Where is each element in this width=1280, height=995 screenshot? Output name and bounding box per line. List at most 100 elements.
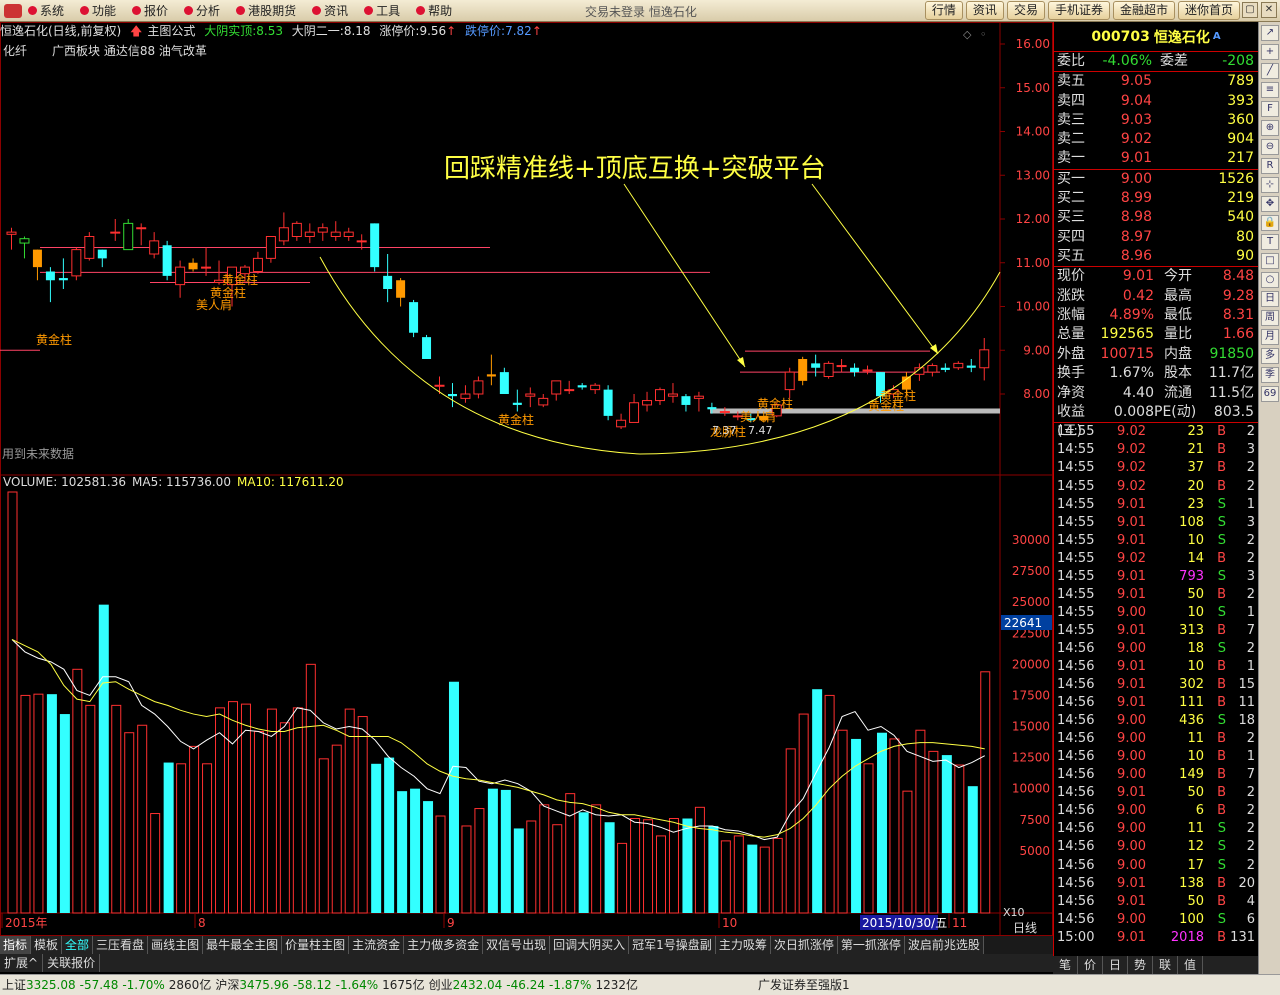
quote-panel-tab[interactable]: 值: [1178, 956, 1203, 974]
quote-panel-tab[interactable]: 联: [1153, 956, 1178, 974]
day-icon[interactable]: 日: [1261, 291, 1279, 307]
channel-icon[interactable]: ≡: [1261, 82, 1279, 98]
cross-icon[interactable]: +: [1261, 44, 1279, 60]
sub-tab[interactable]: 扩展^: [0, 954, 44, 972]
season-icon[interactable]: 季: [1261, 367, 1279, 383]
tick-price: 9.00: [1117, 731, 1146, 747]
volume-bar: [423, 801, 434, 913]
candlestick-chart[interactable]: 16.00 15.00 14.00 13.00 12.00 11.00 10.00 9.00 8…: [0, 22, 1053, 936]
top-tab[interactable]: 金融超市: [1112, 1, 1175, 20]
zoom-out-icon[interactable]: ⊖: [1261, 139, 1279, 155]
text-icon[interactable]: T: [1261, 234, 1279, 250]
quote-panel-tab[interactable]: 价: [1078, 956, 1103, 974]
quote-info-value: 0.42: [1122, 287, 1154, 304]
top-tab[interactable]: 交易: [1006, 1, 1045, 20]
cursor-icon[interactable]: ⊹: [1261, 177, 1279, 193]
menu-item-label: 报价: [144, 4, 169, 18]
menu-item[interactable]: 系统: [28, 2, 64, 19]
formula-label[interactable]: 主图公式: [147, 24, 195, 38]
order-book-volume: 904: [1227, 131, 1254, 148]
tick-time: 14:55: [1057, 532, 1095, 548]
quote-panel-tab[interactable]: 笔: [1053, 956, 1078, 974]
indicator-tab[interactable]: 指标: [0, 936, 32, 954]
tick-count: 1: [1246, 496, 1255, 512]
scale-label: X10: [1003, 906, 1025, 919]
indicator-tab[interactable]: 主力吸筹: [715, 936, 771, 954]
volume-bar: [59, 714, 70, 913]
tick-price: 9.00: [1117, 839, 1146, 855]
menu-item[interactable]: 港股期货: [236, 2, 296, 19]
tick-time: 14:56: [1057, 749, 1095, 765]
week-icon[interactable]: 周: [1261, 310, 1279, 326]
volume-bar: [215, 707, 226, 914]
candle-body: [343, 231, 354, 237]
volume-axis-label: 25000: [1012, 595, 1050, 609]
limit-up-label: 涨停价:: [379, 24, 420, 38]
more-icon[interactable]: 多: [1261, 348, 1279, 364]
circle-icon[interactable]: ○: [1261, 272, 1279, 288]
quote-info-value: 1.66: [1222, 326, 1254, 343]
restore-icon[interactable]: ▢: [1242, 2, 1258, 18]
tick-price: 9.00: [1117, 713, 1146, 729]
indicator-tab[interactable]: 模板: [31, 936, 63, 954]
tick-list[interactable]: 14:55 9.02 23 B 2 14:55 9.02 21 B 3 14:55 9.02 37 B 2 1…: [1054, 423, 1258, 946]
top-tab[interactable]: 迷你首页: [1177, 1, 1240, 20]
volume-bar: [552, 824, 563, 914]
indicator-tab[interactable]: 次日抓涨停: [770, 936, 838, 954]
menu-item[interactable]: 帮助: [416, 2, 452, 19]
top-tab[interactable]: 手机证券: [1047, 1, 1110, 20]
candle-body: [616, 419, 627, 428]
tick-count: 1: [1246, 604, 1255, 620]
tick-time: 14:56: [1057, 785, 1095, 801]
sz-change: -58.12: [292, 978, 332, 992]
menu-item[interactable]: 资讯: [312, 2, 348, 19]
move-icon[interactable]: ✥: [1261, 196, 1279, 212]
indicator-tab[interactable]: 最牛最全主图: [203, 936, 283, 954]
quote-info: 现价 9.01 今开 8.48 涨跌 0.42 最高 9.28 涨幅 4.89% 最低 8.31 总量 1…: [1054, 267, 1258, 439]
candle-body: [823, 362, 834, 377]
sub-tab[interactable]: 关联报价: [43, 954, 101, 972]
indicator-tab[interactable]: 冠军1号操盘副: [629, 936, 716, 954]
tick-side: B: [1217, 731, 1226, 747]
fib-icon[interactable]: F: [1261, 101, 1279, 117]
indicator-tab[interactable]: 波启前兆选股: [904, 936, 984, 954]
arrow-icon[interactable]: ↗: [1261, 25, 1279, 41]
indicator-tab[interactable]: 主力做多资金: [404, 936, 484, 954]
indicator-tab[interactable]: 主流资金: [349, 936, 405, 954]
menu-item[interactable]: 功能: [80, 2, 116, 19]
volume-bar: [461, 825, 472, 914]
quote-panel-tab[interactable]: 势: [1128, 956, 1153, 974]
close-icon[interactable]: ✕: [1261, 2, 1277, 18]
sh-amount: 2860亿: [168, 978, 212, 992]
indicator-tab[interactable]: 三压看盘: [93, 936, 149, 954]
candle-body: [499, 372, 509, 394]
chart-area[interactable]: 16.00 15.00 14.00 13.00 12.00 11.00 10.00 9.00 8…: [0, 22, 1053, 936]
rsi-icon[interactable]: R: [1261, 158, 1279, 174]
lock-icon[interactable]: 🔒: [1261, 215, 1279, 231]
indicator-tab[interactable]: 回调大阴买入: [550, 936, 630, 954]
tick-side: S: [1217, 821, 1226, 837]
menu-item[interactable]: 工具: [364, 2, 400, 19]
top-tab[interactable]: 资讯: [965, 1, 1004, 20]
fifty-icon[interactable]: 69: [1261, 386, 1279, 402]
rect-icon[interactable]: □: [1261, 253, 1279, 269]
big-yang-value: 8.53: [256, 24, 283, 38]
month-icon[interactable]: 月: [1261, 329, 1279, 345]
menu-item[interactable]: 分析: [184, 2, 220, 19]
indicator-tab[interactable]: 双信号出现: [483, 936, 551, 954]
top-tab[interactable]: 行情: [924, 1, 963, 20]
quote-panel-tab[interactable]: 日: [1103, 956, 1128, 974]
arrow-up-icon: 🡅: [130, 24, 143, 38]
tick-price: 9.01: [1117, 532, 1146, 548]
indicator-tab[interactable]: 全部: [62, 936, 94, 954]
indicator-tab[interactable]: 画线主图: [148, 936, 204, 954]
order-book-label: 卖三: [1057, 111, 1085, 128]
indicator-tab[interactable]: 价量柱主图: [282, 936, 350, 954]
menu-item[interactable]: 报价: [132, 2, 168, 19]
zoom-in-icon[interactable]: ⊕: [1261, 120, 1279, 136]
indicator-tab[interactable]: 第一抓涨停: [837, 936, 905, 954]
volume-bar: [578, 812, 589, 913]
tick-side: S: [1217, 604, 1226, 620]
order-book-volume: 217: [1227, 150, 1254, 167]
line-icon[interactable]: ╱: [1261, 63, 1279, 79]
